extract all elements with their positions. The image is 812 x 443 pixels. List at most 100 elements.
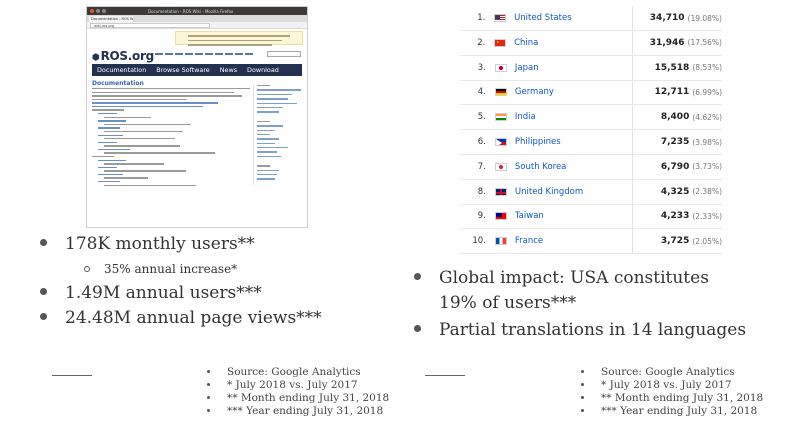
country-percent: (3.73%) <box>692 162 723 172</box>
country-rank: 8. <box>477 186 486 197</box>
country-percent: (4.62%) <box>692 112 723 122</box>
ros-wiki-screenshot: Documentation - ROS Wiki - Mozilla Firef… <box>86 6 308 228</box>
country-percent: (2.33%) <box>692 211 723 221</box>
country-rank: 10. <box>472 236 486 247</box>
header-links[interactable] <box>155 53 255 55</box>
country-users: 12,711 <box>654 87 690 98</box>
table-row: 4. Germany 12,711 (6.99%) <box>460 80 723 106</box>
minimize-window-icon[interactable] <box>96 9 100 13</box>
country-users: 7,235 <box>660 137 690 147</box>
bullet-page-views: 24.48M annual page views*** <box>40 308 322 328</box>
country-percent: (19.08%) <box>687 13 722 23</box>
fr-flag-icon <box>494 237 507 246</box>
window-titlebar: Documentation - ROS Wiki - Mozilla Firef… <box>87 7 307 15</box>
ros-logo-icon: ⬢ <box>92 53 100 63</box>
de-flag-icon <box>494 88 507 97</box>
country-users: 31,946 <box>649 37 685 48</box>
country-link[interactable]: Philippines <box>515 137 632 147</box>
country-link[interactable]: France <box>515 236 632 246</box>
bullet-monthly-users: 178K monthly users** <box>40 234 255 254</box>
country-link[interactable]: South Korea <box>515 162 632 172</box>
country-rank: 3. <box>477 62 486 73</box>
close-window-icon[interactable] <box>90 9 94 13</box>
jp-flag-icon <box>494 63 507 72</box>
doc-heading: Documentation <box>92 80 144 87</box>
country-percent: (3.98%) <box>692 137 723 147</box>
country-rank: 2. <box>477 37 486 48</box>
country-link[interactable]: United Kingdom <box>515 187 632 197</box>
nav-browse-software[interactable]: Browse Software <box>151 66 214 74</box>
footnote-star1: * July 2018 vs. July 2017 <box>581 379 763 392</box>
us-flag-icon <box>494 14 507 22</box>
browser-tab[interactable]: Documentation - ROS Wiki <box>89 16 133 22</box>
tw-flag-icon <box>494 212 507 221</box>
country-percent: (8.53%) <box>692 63 723 73</box>
table-row: 3. Japan 15,518 (8.53%) <box>460 56 722 81</box>
ros-logo-text: ROS.org <box>100 49 155 63</box>
bullet-global-impact: Global impact: USA constitutes <box>414 268 709 288</box>
doc-body <box>92 88 250 188</box>
table-row: 8. United Kingdom 4,325 (2.38%) <box>460 180 722 205</box>
country-link[interactable]: Germany <box>515 87 632 97</box>
bullet-annual-users: 1.49M annual users*** <box>40 283 262 303</box>
maximize-window-icon[interactable] <box>102 9 106 13</box>
footnote-star3: *** Year ending July 31, 2018 <box>207 405 389 418</box>
browser-tabbar: Documentation - ROS Wiki <box>87 15 307 22</box>
country-users: 6,790 <box>660 161 690 172</box>
site-notice <box>175 31 303 46</box>
country-rank: 1. <box>477 13 486 23</box>
window-title: Documentation - ROS Wiki - Mozilla Firef… <box>148 8 234 14</box>
country-link[interactable]: United States <box>514 13 628 23</box>
country-users: 34,710 <box>649 13 685 23</box>
url-input[interactable]: wiki.ros.org <box>90 22 210 28</box>
country-percent: (6.99%) <box>692 87 723 97</box>
cn-flag-icon: ★ <box>494 38 507 47</box>
country-link[interactable]: India <box>515 112 632 122</box>
footnote-star3: *** Year ending July 31, 2018 <box>581 405 763 418</box>
country-users: 3,725 <box>660 236 690 247</box>
gb-flag-icon <box>494 187 507 196</box>
table-row: 10. France 3,725 (2.05%) <box>460 229 723 255</box>
country-percent: (2.38%) <box>692 187 723 197</box>
nav-documentation[interactable]: Documentation <box>92 66 151 74</box>
table-row: 2. ★ China 31,946 (17.56%) <box>460 31 722 56</box>
nav-download[interactable]: Download <box>242 66 284 74</box>
footnotes-right: Source: Google Analytics * July 2018 vs.… <box>581 366 763 418</box>
footnotes-left: Source: Google Analytics * July 2018 vs.… <box>207 366 389 418</box>
country-rank: 4. <box>477 87 486 98</box>
country-rank: 5. <box>477 112 486 123</box>
site-nav: Documentation Browse Software News Downl… <box>92 64 302 76</box>
footnote-source: Source: Google Analytics <box>581 366 763 379</box>
table-row: 9. Taiwan 4,233 (2.33%) <box>460 204 723 230</box>
country-link[interactable]: Japan <box>515 63 632 73</box>
browser-urlbar: wiki.ros.org <box>87 22 307 29</box>
wiki-search-input[interactable] <box>267 51 301 57</box>
country-users-table: 1. United States 34,710 (19.08%) 2. ★ China 31,… <box>460 6 723 255</box>
country-users: 4,325 <box>660 186 690 197</box>
nav-news[interactable]: News <box>215 66 242 74</box>
table-row: 5. India 8,400 (4.62%) <box>460 105 723 131</box>
table-row: 6. Philippines 7,235 (3.98%) <box>460 130 722 155</box>
bullet-global-impact-cont: 19% of users*** <box>439 293 577 313</box>
country-rank: 6. <box>477 137 486 147</box>
table-row: 7. South Korea 6,790 (3.73%) <box>460 155 722 180</box>
footnote-rule-left <box>52 375 92 376</box>
country-rank: 7. <box>477 161 486 172</box>
country-users: 15,518 <box>654 62 690 73</box>
footnote-star2: ** Month ending July 31, 2018 <box>581 392 763 405</box>
in-flag-icon <box>494 113 507 122</box>
country-rank: 9. <box>477 211 486 222</box>
wiki-sidebar <box>253 85 301 185</box>
country-link[interactable]: China <box>514 38 628 48</box>
footnote-source: Source: Google Analytics <box>207 366 389 379</box>
footnote-star2: ** Month ending July 31, 2018 <box>207 392 389 405</box>
ph-flag-icon <box>494 138 507 146</box>
country-users: 8,400 <box>660 112 690 123</box>
ros-logo[interactable]: ⬢ROS.org <box>92 49 154 63</box>
country-percent: (2.05%) <box>692 236 723 246</box>
table-row: 1. United States 34,710 (19.08%) <box>460 6 722 31</box>
country-users: 4,233 <box>660 211 690 222</box>
footnote-star1: * July 2018 vs. July 2017 <box>207 379 389 392</box>
footnote-rule-right <box>425 375 465 376</box>
country-link[interactable]: Taiwan <box>515 211 632 221</box>
